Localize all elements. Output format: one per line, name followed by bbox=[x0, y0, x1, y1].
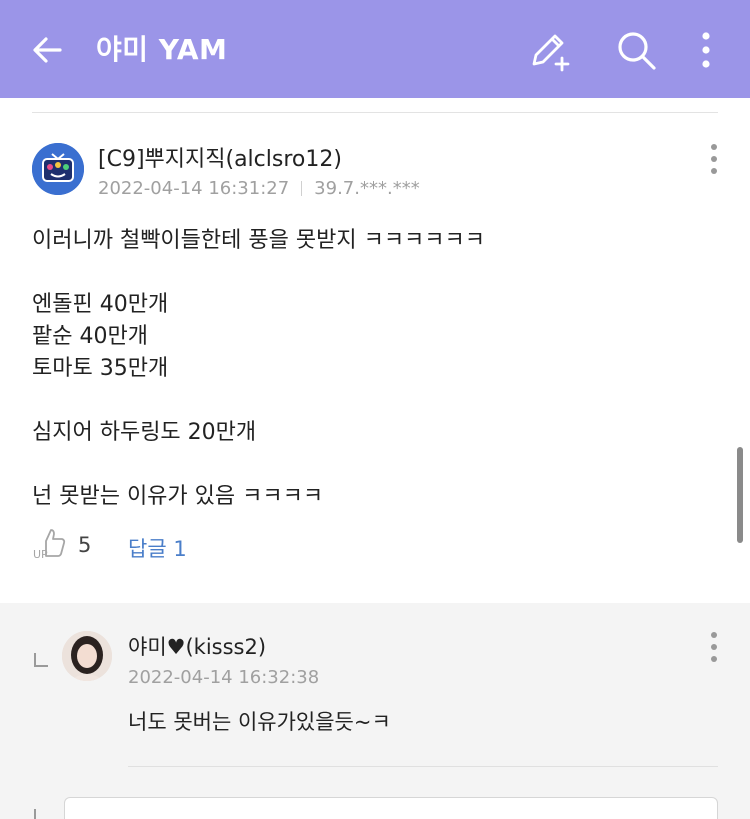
comment-more-icon[interactable] bbox=[704, 143, 724, 177]
reply-avatar[interactable] bbox=[62, 631, 112, 681]
body-line bbox=[32, 257, 485, 289]
comment-date: 2022-04-14 16:31:27 bbox=[98, 178, 290, 199]
scrollbar[interactable] bbox=[737, 447, 743, 543]
reply-divider bbox=[128, 766, 718, 767]
like-count: 5 bbox=[78, 533, 92, 557]
pencil-plus-icon[interactable] bbox=[526, 28, 572, 72]
comment-author[interactable]: [C9]뿌지지직(alclsro12) bbox=[98, 141, 342, 173]
body-line: 토마토 35만개 bbox=[32, 356, 169, 381]
body-line: 넌 못받는 이유가 있음 ㅋㅋㅋㅋ bbox=[32, 484, 324, 509]
comment-body: 이러니까 철빡이들한테 풍을 못받지 ㅋㅋㅋㅋㅋㅋ 엔돌핀 40만개 팥순 40… bbox=[32, 225, 485, 513]
comment-item: [C9]뿌지지직(alclsro12) 2022-04-14 16:31:27 3… bbox=[0, 113, 750, 603]
page-title: 야미 YAM bbox=[96, 33, 228, 66]
meta-separator bbox=[301, 181, 303, 196]
tv-character-icon bbox=[32, 143, 84, 195]
reply-text: 너도 못버는 이유가있을듯~ㅋ bbox=[128, 710, 391, 734]
body-line: 이러니까 철빡이들한테 풍을 못받지 ㅋㅋㅋㅋㅋㅋ bbox=[32, 228, 486, 253]
body-line: 엔돌핀 40만개 bbox=[32, 292, 169, 317]
thumbs-up-icon[interactable]: UP bbox=[32, 525, 68, 561]
search-icon[interactable] bbox=[614, 28, 658, 72]
reply-item: 야미♥(kisss2) 2022-04-14 16:32:38 너도 못버는 이… bbox=[0, 603, 750, 819]
body-line bbox=[32, 449, 485, 481]
profile-photo-icon bbox=[62, 631, 112, 681]
reply-input[interactable] bbox=[64, 797, 718, 819]
reply-more-icon[interactable] bbox=[704, 631, 724, 665]
reply-indent-icon bbox=[34, 809, 36, 819]
body-line bbox=[32, 385, 485, 417]
avatar[interactable] bbox=[32, 143, 84, 195]
body-line: 팥순 40만개 bbox=[32, 324, 148, 349]
vertical-dots-icon[interactable] bbox=[694, 30, 718, 70]
comment-meta: 2022-04-14 16:31:27 39.7.***.*** bbox=[98, 178, 420, 199]
app-header: 야미 YAM bbox=[0, 0, 750, 98]
arrow-left-icon[interactable] bbox=[28, 30, 68, 70]
reply-button[interactable]: 답글 1 bbox=[128, 533, 187, 563]
reply-label: 답글 bbox=[128, 537, 167, 561]
reply-indent-icon bbox=[34, 653, 48, 667]
reply-date: 2022-04-14 16:32:38 bbox=[128, 667, 320, 688]
reply-count: 1 bbox=[173, 537, 187, 561]
like-label: UP bbox=[33, 548, 48, 561]
reply-author[interactable]: 야미♥(kisss2) bbox=[128, 631, 266, 661]
comment-ip: 39.7.***.*** bbox=[314, 178, 420, 199]
body-line: 심지어 하두링도 20만개 bbox=[32, 420, 257, 445]
